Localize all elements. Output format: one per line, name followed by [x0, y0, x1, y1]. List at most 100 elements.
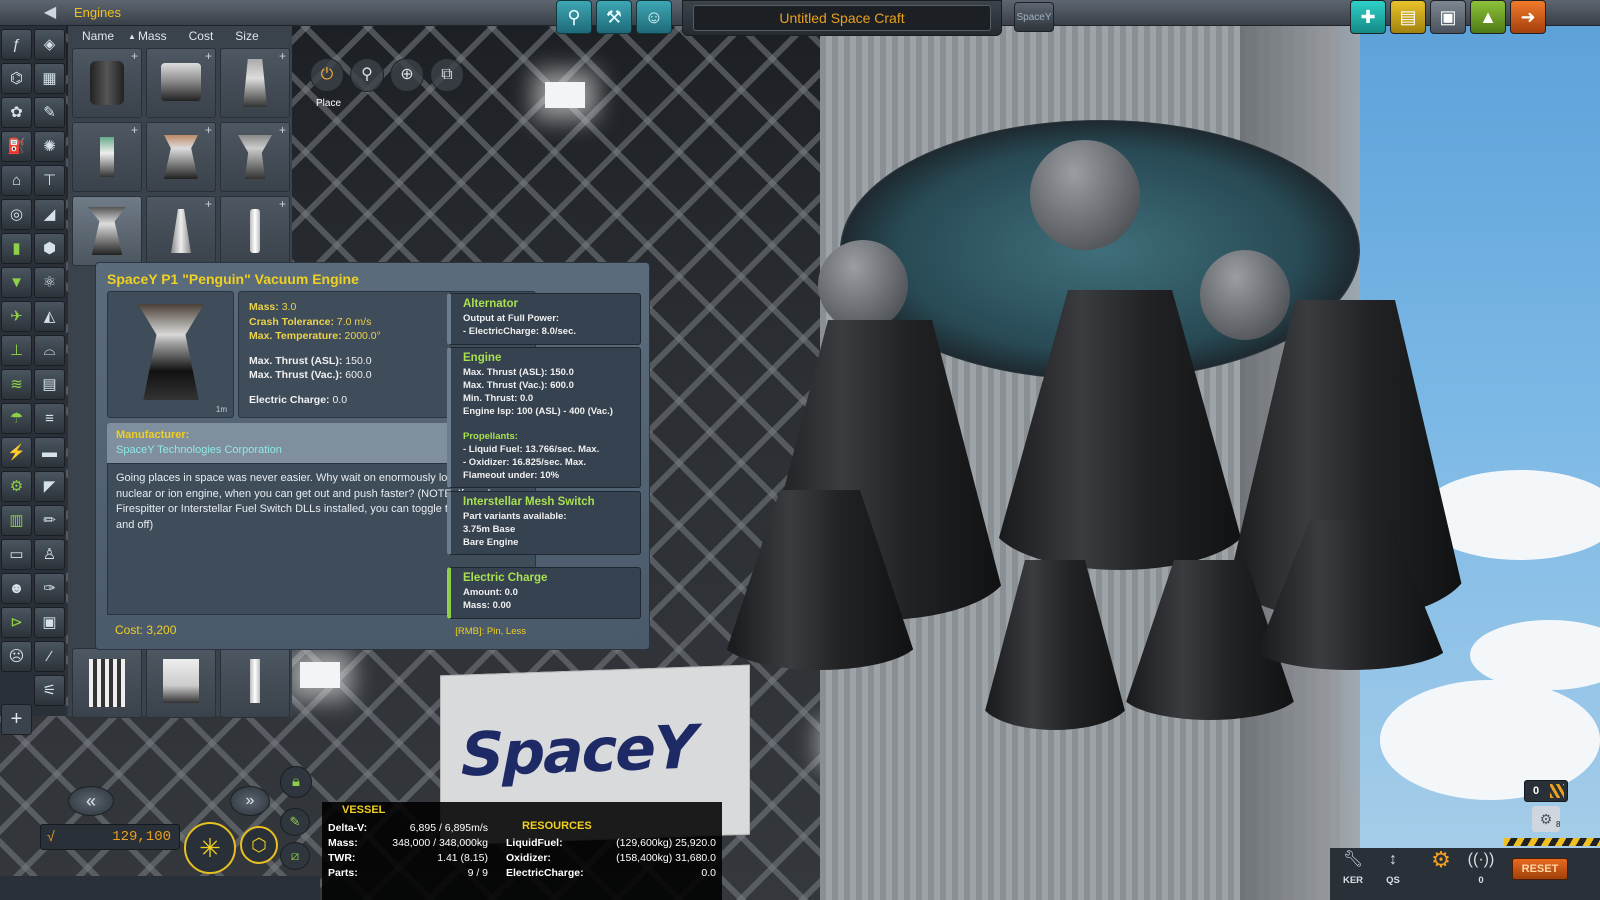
manufacturer-filter-icon[interactable]: ⌬ — [1, 63, 32, 94]
new-craft-icon[interactable]: ✚ — [1350, 0, 1386, 34]
tech-filter-icon[interactable]: ◎ — [1, 199, 32, 230]
reset-button[interactable]: RESET — [1512, 858, 1568, 880]
page-next-icon[interactable]: » — [230, 786, 270, 816]
part-snap-icon[interactable]: ⧄ — [280, 842, 310, 870]
structural-category-icon[interactable]: ⊤ — [34, 165, 65, 196]
part-icon[interactable] — [220, 648, 290, 718]
kerbal-filter-icon[interactable]: ☹ — [1, 641, 32, 672]
control-category-icon[interactable]: ✺ — [34, 131, 65, 162]
electrical-filter-icon[interactable]: ⚡ — [1, 437, 32, 468]
part-icon[interactable]: + — [146, 122, 216, 192]
sort-by-name[interactable]: Name — [68, 29, 114, 43]
misc-category-icon[interactable]: ▣ — [34, 607, 65, 638]
cargo-category-icon[interactable]: ✏ — [34, 505, 65, 536]
engine-part-icon — [100, 137, 114, 177]
thermal-category-icon[interactable]: ≡ — [34, 403, 65, 434]
plus-icon: + — [204, 49, 212, 63]
utility-filter-icon[interactable]: ☂ — [1, 403, 32, 434]
science-category-icon[interactable]: ⚛ — [34, 267, 65, 298]
factory-filter-icon[interactable]: ⌂ — [1, 165, 32, 196]
part-icon[interactable] — [72, 648, 142, 718]
resource-filter-icon[interactable]: ⛽ — [1, 131, 32, 162]
sort-by-mass[interactable]: Mass — [136, 29, 167, 43]
part-cost: Cost: 3,200 — [115, 623, 177, 637]
module-filter-icon[interactable]: ✿ — [1, 97, 32, 128]
squad-filter-icon[interactable]: ☻ — [1, 573, 32, 604]
stat-label: Max. Thrust (Vac.): — [249, 369, 343, 381]
place-tool-icon[interactable]: ⏻ — [310, 58, 344, 92]
rmb-hint: [RMB]: Pin, Less — [455, 626, 526, 637]
engines-category-icon[interactable]: ✎ — [34, 97, 65, 128]
save-craft-icon[interactable]: ▣ — [1430, 0, 1466, 34]
part-icon[interactable]: + — [72, 48, 142, 118]
stat-value: 600.0 — [345, 369, 372, 381]
part-icon[interactable]: + — [146, 48, 216, 118]
part-icon[interactable] — [146, 648, 216, 718]
resource-label: ElectricCharge: — [506, 867, 584, 879]
tanks-category-icon[interactable]: ▦ — [34, 63, 65, 94]
qs-button[interactable]: ↕ QS — [1374, 848, 1412, 886]
robotics-category-icon[interactable]: ♙ — [34, 539, 65, 570]
add-category-icon[interactable]: + — [1, 704, 32, 735]
parts-mode-icon[interactable]: ⚲ — [556, 0, 592, 34]
structural-filter-icon[interactable]: ⊥ — [1, 335, 32, 366]
aero-filter-icon[interactable]: ≋ — [1, 369, 32, 400]
communication-category-icon[interactable]: ◤ — [34, 471, 65, 502]
mirror-symmetry-icon[interactable]: ⬡ — [240, 826, 278, 864]
sort-by-size[interactable]: Size — [213, 29, 258, 43]
stat-value: 3.0 — [281, 301, 297, 313]
radial-symmetry-icon[interactable]: ✳ — [184, 822, 236, 874]
page-prev-icon[interactable]: « — [68, 786, 114, 816]
coupling-category-icon[interactable]: ◭ — [34, 301, 65, 332]
aero-category-icon[interactable]: ◢ — [34, 199, 65, 230]
offset-tool-icon[interactable]: ⚲ — [350, 58, 384, 92]
cargo-filter-icon[interactable]: ▥ — [1, 505, 32, 536]
commnet-button[interactable]: ((·)) 0 — [1462, 848, 1500, 886]
exit-icon[interactable]: ➜ — [1510, 0, 1546, 34]
root-tool-icon[interactable]: ⧉ — [430, 58, 464, 92]
snap-buttons: ✎ ⧄ — [280, 808, 310, 876]
pipe-category-icon[interactable]: ⁄ — [34, 641, 65, 672]
engine-bell-top — [1200, 250, 1290, 340]
action-groups-icon[interactable]: ⚒ — [596, 0, 632, 34]
collapse-parts-icon[interactable]: ◀ — [36, 2, 64, 24]
ker-button[interactable]: 🔧︎ KER — [1334, 848, 1372, 886]
sort-by-cost[interactable]: Cost — [167, 29, 214, 43]
tools-category-icon[interactable]: ✑ — [34, 573, 65, 604]
module-line: - ElectricCharge: 8.0/sec. — [463, 326, 576, 337]
load-craft-icon[interactable]: ▤ — [1390, 0, 1426, 34]
flag-button[interactable]: SpaceY — [1014, 2, 1054, 32]
module-title: Engine — [463, 352, 502, 364]
part-icon[interactable]: + — [220, 196, 290, 266]
rotate-tool-icon[interactable]: ⊕ — [390, 58, 424, 92]
module-line: Max. Thrust (ASL): 150.0 — [463, 367, 574, 378]
module-line: Part variants available: — [463, 511, 567, 522]
function-filter-icon[interactable]: ƒ — [1, 29, 32, 60]
payload-category-icon[interactable]: ⌓ — [34, 335, 65, 366]
science-filter-icon[interactable]: ⚙ — [1, 471, 32, 502]
engine-filter-icon[interactable]: ▼ — [1, 267, 32, 298]
part-icon-selected[interactable] — [72, 196, 142, 266]
part-icon[interactable]: + — [220, 122, 290, 192]
ground-category-icon[interactable]: ▤ — [34, 369, 65, 400]
part-icon[interactable]: + — [220, 48, 290, 118]
craft-name-field[interactable]: Untitled Space Craft — [693, 5, 991, 31]
part-icon[interactable]: + — [72, 122, 142, 192]
part-icon[interactable]: + — [146, 196, 216, 266]
hitch-filter-icon[interactable]: ▭ — [1, 539, 32, 570]
antenna-category-icon[interactable]: ⚟ — [34, 675, 65, 706]
utility-category-icon[interactable]: ⬢ — [34, 233, 65, 264]
lock-icon[interactable]: 🔒︎ — [280, 766, 312, 798]
angle-snap-icon[interactable]: ✎ — [280, 808, 310, 836]
settings-button[interactable]: ⚙ — [1422, 848, 1460, 882]
pods-category-icon[interactable]: ◈ — [34, 29, 65, 60]
launch-icon[interactable]: ▲ — [1470, 0, 1506, 34]
crew-icon[interactable]: ☺ — [636, 0, 672, 34]
module-alternator: Alternator Output at Full Power: - Elect… — [447, 293, 641, 345]
electrical-category-icon[interactable]: ▬ — [34, 437, 65, 468]
drill-filter-icon[interactable]: ⊳ — [1, 607, 32, 638]
vessel-title: VESSEL — [342, 804, 386, 816]
rocket-filter-icon[interactable]: ✈ — [1, 301, 32, 332]
message-counter[interactable]: 0 — [1524, 780, 1568, 802]
fuel-filter-icon[interactable]: ▮ — [1, 233, 32, 264]
